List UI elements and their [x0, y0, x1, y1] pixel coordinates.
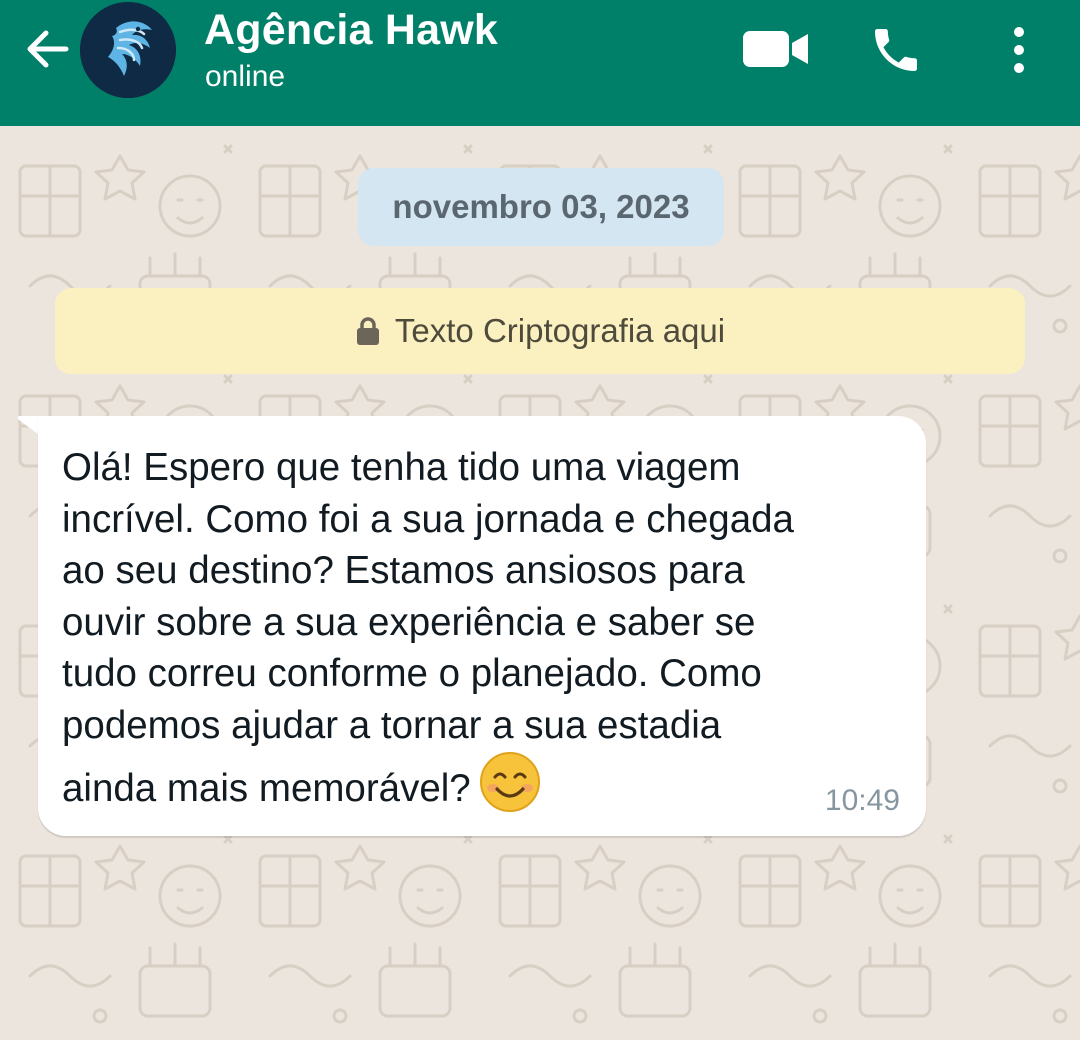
- encryption-notice-text: Texto Criptografia aqui: [394, 312, 726, 349]
- chat-header: Agência Hawk online: [0, 0, 1080, 126]
- more-vertical-icon[interactable]: [1004, 24, 1034, 76]
- video-camera-icon[interactable]: [742, 27, 810, 71]
- arrow-left-icon[interactable]: [22, 24, 72, 74]
- contact-name[interactable]: Agência Hawk: [204, 6, 498, 55]
- encryption-notice[interactable]: Texto Criptografia aqui: [55, 288, 1025, 374]
- message-text: Olá! Espero que tenha tido uma viagem in…: [62, 442, 912, 815]
- contact-status: online: [205, 60, 286, 93]
- incoming-message[interactable]: Olá! Espero que tenha tido uma viagem in…: [38, 416, 926, 836]
- smiling-face-icon: [479, 752, 540, 812]
- hawk-logo-icon: [80, 2, 176, 98]
- date-separator: novembro 03, 2023: [358, 168, 724, 246]
- lock-icon: [356, 317, 379, 345]
- avatar[interactable]: [80, 2, 176, 98]
- phone-icon[interactable]: [868, 22, 924, 78]
- message-timestamp: 10:49: [824, 784, 900, 817]
- chat-area[interactable]: novembro 03, 2023 Texto Criptografia aqu…: [0, 126, 1080, 1040]
- message-body: Olá! Espero que tenha tido uma viagem in…: [62, 446, 794, 810]
